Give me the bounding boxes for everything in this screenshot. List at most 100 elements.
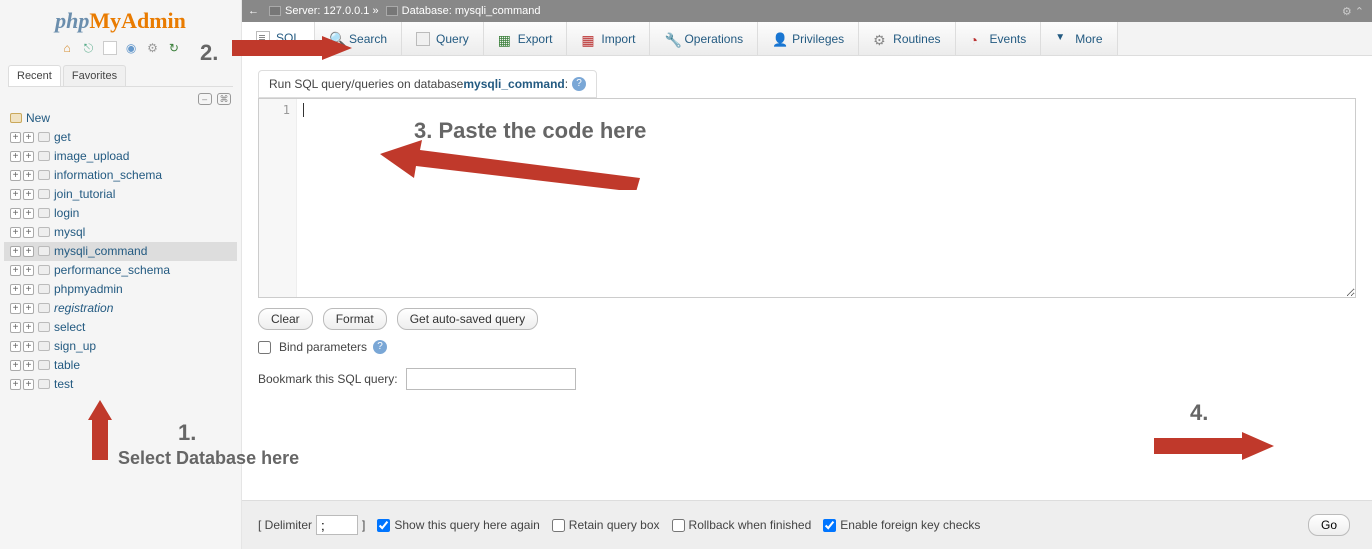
autosaved-button[interactable]: Get auto-saved query — [397, 308, 538, 330]
bc-db-value[interactable]: mysqli_command — [455, 5, 541, 17]
expand-icon-2[interactable]: + — [23, 132, 34, 143]
expand-icon-2[interactable]: + — [23, 265, 34, 276]
tab-import[interactable]: ▦Import — [567, 22, 650, 55]
expand-icon-2[interactable]: + — [23, 379, 34, 390]
link-icon[interactable]: ⌘ — [217, 93, 231, 105]
expand-icon-2[interactable]: + — [23, 170, 34, 181]
home-icon[interactable]: ⌂ — [60, 41, 74, 55]
export-icon: ▦ — [498, 32, 512, 46]
expand-icon[interactable]: + — [10, 151, 21, 162]
tab-favorites[interactable]: Favorites — [63, 65, 126, 86]
tab-events[interactable]: ◔Events — [956, 22, 1042, 55]
tab-routines[interactable]: ⚙Routines — [859, 22, 955, 55]
tab-export[interactable]: ▦Export — [484, 22, 568, 55]
expand-icon-2[interactable]: + — [23, 284, 34, 295]
page-settings-icon[interactable]: ⚙ ⌃ — [1342, 5, 1364, 18]
back-icon[interactable]: ← — [248, 5, 259, 17]
rollback-option[interactable]: Rollback when finished — [672, 518, 812, 532]
show-again-option[interactable]: Show this query here again — [377, 518, 539, 532]
expand-icon[interactable]: + — [10, 303, 21, 314]
logo-php: php — [55, 8, 89, 33]
logo-admin: Admin — [121, 8, 186, 33]
expand-icon[interactable]: + — [10, 208, 21, 219]
sidebar: phpMyAdmin ⌂ ⎋ ◉ ⚙ ↻ Recent Favorites – … — [0, 0, 242, 549]
expand-icon[interactable]: + — [10, 360, 21, 371]
expand-icon-2[interactable]: + — [23, 341, 34, 352]
privileges-icon: 👤 — [772, 32, 786, 46]
tab-events-label: Events — [990, 32, 1027, 46]
tab-search[interactable]: 🔍Search — [315, 22, 402, 55]
sql-editor[interactable]: 1 — [258, 98, 1356, 298]
tab-privileges[interactable]: 👤Privileges — [758, 22, 859, 55]
format-button[interactable]: Format — [323, 308, 387, 330]
expand-icon[interactable]: + — [10, 189, 21, 200]
reload-icon[interactable]: ↻ — [167, 41, 181, 55]
fk-checkbox[interactable] — [823, 519, 836, 532]
tree-item-image_upload[interactable]: ++image_upload — [4, 147, 237, 166]
editor-gutter: 1 — [259, 99, 297, 297]
tree-item-sign_up[interactable]: ++sign_up — [4, 337, 237, 356]
logo[interactable]: phpMyAdmin — [0, 8, 241, 34]
tree-item-table[interactable]: ++table — [4, 356, 237, 375]
tree-item-information_schema[interactable]: ++information_schema — [4, 166, 237, 185]
expand-icon[interactable]: + — [10, 322, 21, 333]
tree-item-get[interactable]: ++get — [4, 128, 237, 147]
tree-item-mysql[interactable]: ++mysql — [4, 223, 237, 242]
expand-icon-2[interactable]: + — [23, 246, 34, 257]
tab-query[interactable]: Query — [402, 22, 484, 55]
tree-item-registration[interactable]: ++registration — [4, 299, 237, 318]
tree-item-login[interactable]: ++login — [4, 204, 237, 223]
tab-more[interactable]: ▼More — [1041, 22, 1117, 55]
server-icon — [269, 6, 281, 16]
tree-item-join_tutorial[interactable]: ++join_tutorial — [4, 185, 237, 204]
exit-icon[interactable]: ⎋ — [81, 41, 95, 55]
collapse-icon[interactable]: – — [198, 93, 212, 105]
tree-item-select[interactable]: ++select — [4, 318, 237, 337]
tab-operations[interactable]: 🔧Operations — [650, 22, 758, 55]
expand-icon[interactable]: + — [10, 284, 21, 295]
bc-server-value[interactable]: 127.0.0.1 — [324, 5, 370, 17]
tree-item-test[interactable]: ++test — [4, 375, 237, 394]
bookmark-input[interactable] — [406, 368, 576, 390]
rollback-checkbox[interactable] — [672, 519, 685, 532]
expand-icon[interactable]: + — [10, 170, 21, 181]
expand-icon-2[interactable]: + — [23, 322, 34, 333]
database-icon — [38, 379, 50, 389]
go-button[interactable]: Go — [1308, 514, 1350, 536]
fk-option[interactable]: Enable foreign key checks — [823, 518, 980, 532]
expand-icon[interactable]: + — [10, 379, 21, 390]
retain-checkbox[interactable] — [552, 519, 565, 532]
tree-item-mysqli_command[interactable]: ++mysqli_command — [4, 242, 237, 261]
retain-option[interactable]: Retain query box — [552, 518, 660, 532]
expand-icon-2[interactable]: + — [23, 360, 34, 371]
expand-icon[interactable]: + — [10, 132, 21, 143]
sidebar-mini-icons: – ⌘ — [0, 87, 241, 109]
bind-help-icon[interactable]: ? — [373, 340, 387, 354]
tab-recent[interactable]: Recent — [8, 65, 61, 86]
tree-item-phpmyadmin[interactable]: ++phpmyadmin — [4, 280, 237, 299]
expand-icon-2[interactable]: + — [23, 208, 34, 219]
help-icon[interactable]: ? — [572, 77, 586, 91]
database-icon — [38, 227, 50, 237]
db-tree: New ++get++image_upload++information_sch… — [0, 109, 241, 549]
expand-icon[interactable]: + — [10, 227, 21, 238]
clear-button[interactable]: Clear — [258, 308, 313, 330]
delimiter-input[interactable] — [316, 515, 358, 535]
expand-icon-2[interactable]: + — [23, 303, 34, 314]
bc-server-label: Server: — [285, 5, 320, 17]
show-again-checkbox[interactable] — [377, 519, 390, 532]
tab-sql[interactable]: SQL — [242, 22, 315, 55]
expand-icon[interactable]: + — [10, 265, 21, 276]
sql-icon[interactable] — [103, 41, 117, 55]
expand-icon-2[interactable]: + — [23, 189, 34, 200]
expand-icon-2[interactable]: + — [23, 151, 34, 162]
editor-code-area[interactable] — [297, 99, 1355, 297]
tree-new[interactable]: New — [4, 109, 237, 128]
expand-icon[interactable]: + — [10, 246, 21, 257]
expand-icon[interactable]: + — [10, 341, 21, 352]
docs-icon[interactable]: ◉ — [124, 41, 138, 55]
tree-item-performance_schema[interactable]: ++performance_schema — [4, 261, 237, 280]
bind-params-checkbox[interactable] — [258, 341, 271, 354]
settings-icon[interactable]: ⚙ — [146, 41, 160, 55]
expand-icon-2[interactable]: + — [23, 227, 34, 238]
